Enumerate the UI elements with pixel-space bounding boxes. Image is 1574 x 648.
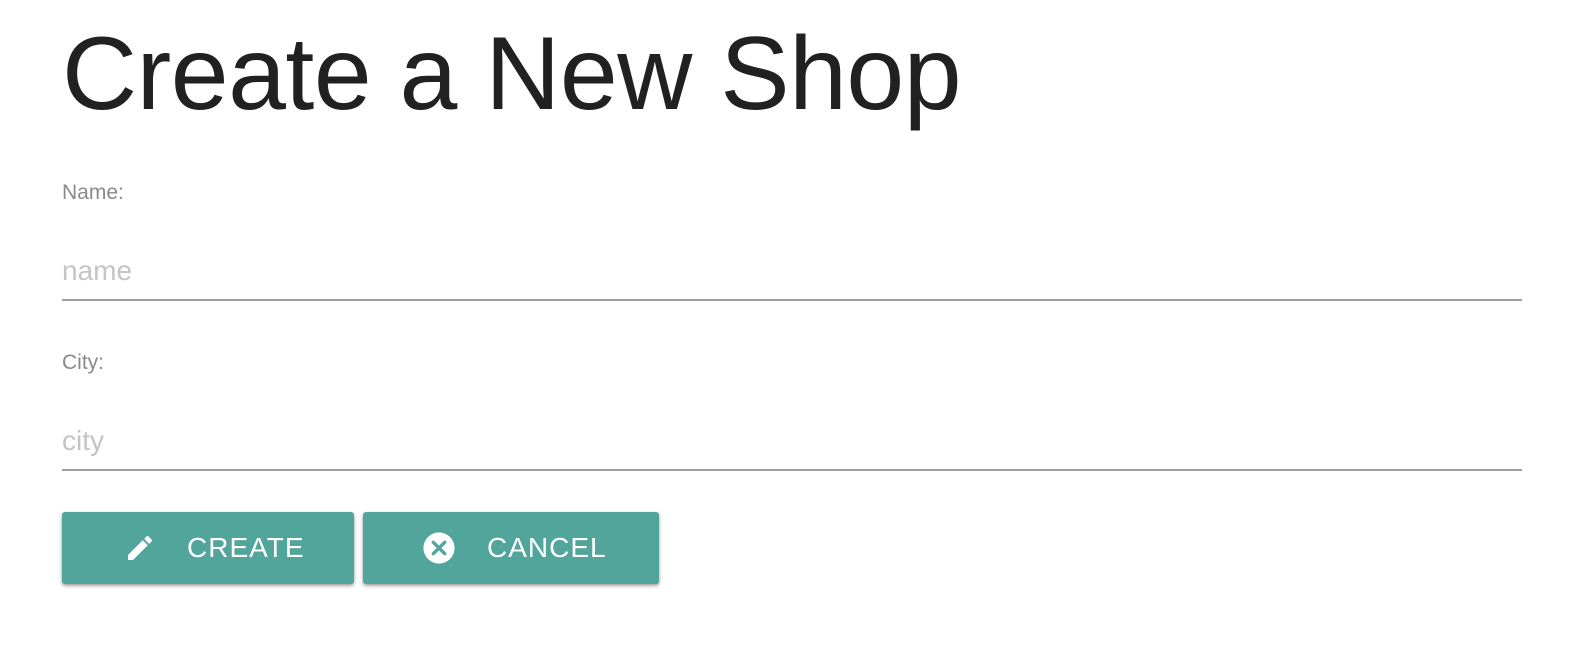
name-label: Name: [62,181,124,204]
close-circle-icon [421,530,457,566]
city-input[interactable] [62,377,1522,471]
create-button-label: CREATE [187,532,305,563]
create-button[interactable]: CREATE [62,512,354,584]
cancel-button[interactable]: CANCEL [363,512,659,584]
create-shop-page: Create a New Shop Name: City: CREATE CAN… [0,0,1574,648]
page-title: Create a New Shop [62,16,962,132]
cancel-button-label: CANCEL [487,532,607,563]
name-input[interactable] [62,207,1522,301]
pencil-icon [122,530,158,566]
city-label: City: [62,351,104,374]
city-field-group: City: [62,348,1522,471]
name-field-group: Name: [62,178,1522,301]
